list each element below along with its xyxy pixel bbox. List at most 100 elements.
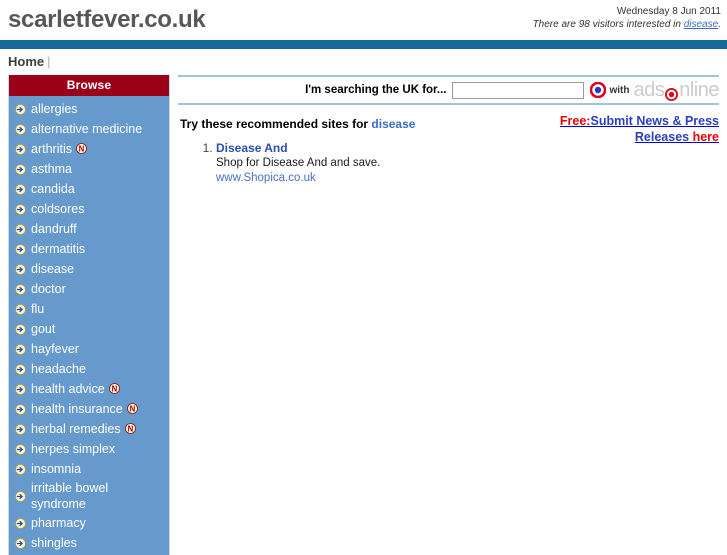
sidebar-item-label-wrap: herbal remedies N	[31, 421, 136, 437]
sidebar-item-asthma[interactable]: asthma	[9, 159, 169, 179]
sidebar-item-gout[interactable]: gout	[9, 319, 169, 339]
sidebar-item-label[interactable]: insomnia	[31, 462, 81, 476]
browse-header: Browse	[9, 75, 169, 96]
with-label: with	[609, 84, 630, 96]
search-bar: I'm searching the UK for... with ads nlin…	[178, 75, 719, 105]
sidebar-item-label-wrap: herpes simplex	[31, 441, 115, 457]
sidebar-item-label-wrap: disease	[31, 261, 74, 277]
sidebar-item-label[interactable]: candida	[31, 182, 75, 196]
sidebar-item-label[interactable]: herbal remedies	[31, 422, 121, 436]
sidebar-item-herpes-simplex[interactable]: herpes simplex	[9, 439, 169, 459]
sidebar-item-label[interactable]: pharmacy	[31, 516, 86, 530]
visitor-count-prefix: There are 98 visitors interested in	[532, 19, 684, 30]
sidebar-item-label-wrap: headache	[31, 361, 86, 377]
sidebar-item-doctor[interactable]: doctor	[9, 279, 169, 299]
sidebar-item-label[interactable]: flu	[31, 302, 44, 316]
sidebar-item-label[interactable]: dermatitis	[31, 242, 85, 256]
search-label: I'm searching the UK for...	[305, 84, 447, 96]
arrow-right-icon	[15, 263, 26, 275]
promo-banner: Free:Submit News & Press Releases here	[519, 113, 719, 145]
main-navigation: Home |	[0, 49, 727, 75]
current-date: Wednesday 8 Jun 2011	[616, 6, 721, 17]
sidebar-item-herbal-remedies[interactable]: herbal remedies N	[9, 419, 169, 439]
sidebar-item-label-wrap: flu	[31, 301, 44, 317]
sidebar-item-arthritis[interactable]: arthritis N	[9, 139, 169, 159]
sidebar-item-label[interactable]: gout	[31, 322, 55, 336]
sidebar-item-hayfever[interactable]: hayfever	[9, 339, 169, 359]
svg-text:N: N	[127, 424, 133, 433]
sidebar-item-candida[interactable]: candida	[9, 179, 169, 199]
arrow-right-icon	[15, 243, 26, 255]
nav-item-home[interactable]: Home	[8, 54, 44, 69]
sidebar-item-dermatitis[interactable]: dermatitis	[9, 239, 169, 259]
sidebar-item-label[interactable]: health insurance	[31, 402, 123, 416]
result-url-link[interactable]: www.Shopica.co.uk	[216, 171, 719, 186]
sidebar-item-pharmacy[interactable]: pharmacy	[9, 513, 169, 533]
sidebar-item-disease[interactable]: disease	[9, 259, 169, 279]
sidebar-item-label[interactable]: herpes simplex	[31, 442, 115, 456]
arrow-right-icon	[15, 303, 26, 315]
adsonline-logo-o-icon	[665, 84, 679, 101]
sidebar-item-label[interactable]: asthma	[31, 162, 72, 176]
search-input[interactable]	[452, 81, 585, 99]
header-meta: Wednesday 8 Jun 2011 There are 98 visito…	[533, 5, 721, 31]
visitor-topic-link[interactable]: disease	[684, 19, 718, 30]
sidebar-item-allergies[interactable]: allergies	[9, 99, 169, 119]
sidebar-item-irritable-bowel-syndrome[interactable]: irritable bowel syndrome	[9, 479, 169, 513]
sidebar-item-label[interactable]: health advice	[31, 382, 105, 396]
svg-text:N: N	[79, 144, 85, 153]
sidebar-item-shingles[interactable]: shingles	[9, 533, 169, 553]
main-content: I'm searching the UK for... with ads nlin…	[178, 75, 719, 186]
browse-list: allergies alternative medicine arthritis Na…	[9, 96, 169, 553]
arrow-right-icon	[15, 123, 26, 135]
new-badge-icon: N	[108, 383, 120, 394]
sidebar-item-label-wrap: alternative medicine	[31, 121, 142, 137]
target-icon[interactable]	[590, 81, 607, 99]
arrow-right-icon	[15, 490, 26, 502]
adsonline-logo-prefix: ads	[633, 78, 665, 101]
sidebar-item-health-insurance[interactable]: health insurance N	[9, 399, 169, 419]
sidebar-item-label[interactable]: hayfever	[31, 342, 79, 356]
recommendation-prefix: Try these recommended sites for	[180, 117, 372, 131]
sidebar-item-insomnia[interactable]: insomnia	[9, 459, 169, 479]
sidebar-item-dandruff[interactable]: dandruff	[9, 219, 169, 239]
arrow-right-icon	[15, 443, 26, 455]
recommendation-topic-link[interactable]: disease	[371, 117, 415, 131]
svg-text:N: N	[111, 384, 117, 393]
arrow-right-icon	[15, 423, 26, 435]
arrow-right-icon	[15, 283, 26, 295]
promo-here-link: here	[692, 130, 719, 144]
sidebar-item-label[interactable]: shingles	[31, 536, 77, 550]
sidebar-item-label[interactable]: dandruff	[31, 222, 77, 236]
sidebar-item-flu[interactable]: flu	[9, 299, 169, 319]
arrow-right-icon	[15, 383, 26, 395]
sidebar-item-label-wrap: doctor	[31, 281, 66, 297]
promo-link[interactable]: Free:Submit News & Press Releases here	[560, 114, 719, 144]
adsonline-logo[interactable]: ads nline	[633, 79, 719, 102]
sidebar-item-label[interactable]: doctor	[31, 282, 66, 296]
sidebar-item-alternative-medicine[interactable]: alternative medicine	[9, 119, 169, 139]
sidebar-item-label-wrap: candida	[31, 181, 75, 197]
sidebar-item-label[interactable]: allergies	[31, 102, 78, 116]
browse-sidebar: Browse allergies alternative medicine arth…	[8, 75, 170, 555]
promo-free-label: Free:	[559, 114, 591, 128]
sidebar-item-coldsores[interactable]: coldsores	[9, 199, 169, 219]
sidebar-item-label-wrap: arthritis N	[31, 141, 87, 157]
sidebar-item-label[interactable]: coldsores	[31, 202, 85, 216]
page-header: scarletfever.co.uk Wednesday 8 Jun 2011 …	[0, 0, 727, 40]
site-title: scarletfever.co.uk	[8, 6, 206, 33]
sidebar-item-headache[interactable]: headache	[9, 359, 169, 379]
sidebar-item-label-wrap: pharmacy	[31, 515, 86, 531]
arrow-right-icon	[15, 343, 26, 355]
arrow-right-icon	[15, 463, 26, 475]
sidebar-item-label-wrap: shingles	[31, 535, 77, 551]
sidebar-item-label[interactable]: disease	[31, 262, 74, 276]
sidebar-item-label-wrap: irritable bowel syndrome	[31, 480, 165, 512]
results-list: Disease AndShop for Disease And and save…	[178, 141, 719, 186]
sidebar-item-label[interactable]: arthritis	[31, 142, 72, 156]
sidebar-item-health-advice[interactable]: health advice N	[9, 379, 169, 399]
sidebar-item-label[interactable]: headache	[31, 362, 86, 376]
result-item: Disease AndShop for Disease And and save…	[216, 141, 719, 186]
sidebar-item-label[interactable]: alternative medicine	[31, 122, 142, 136]
sidebar-item-label[interactable]: irritable bowel syndrome	[31, 481, 108, 511]
